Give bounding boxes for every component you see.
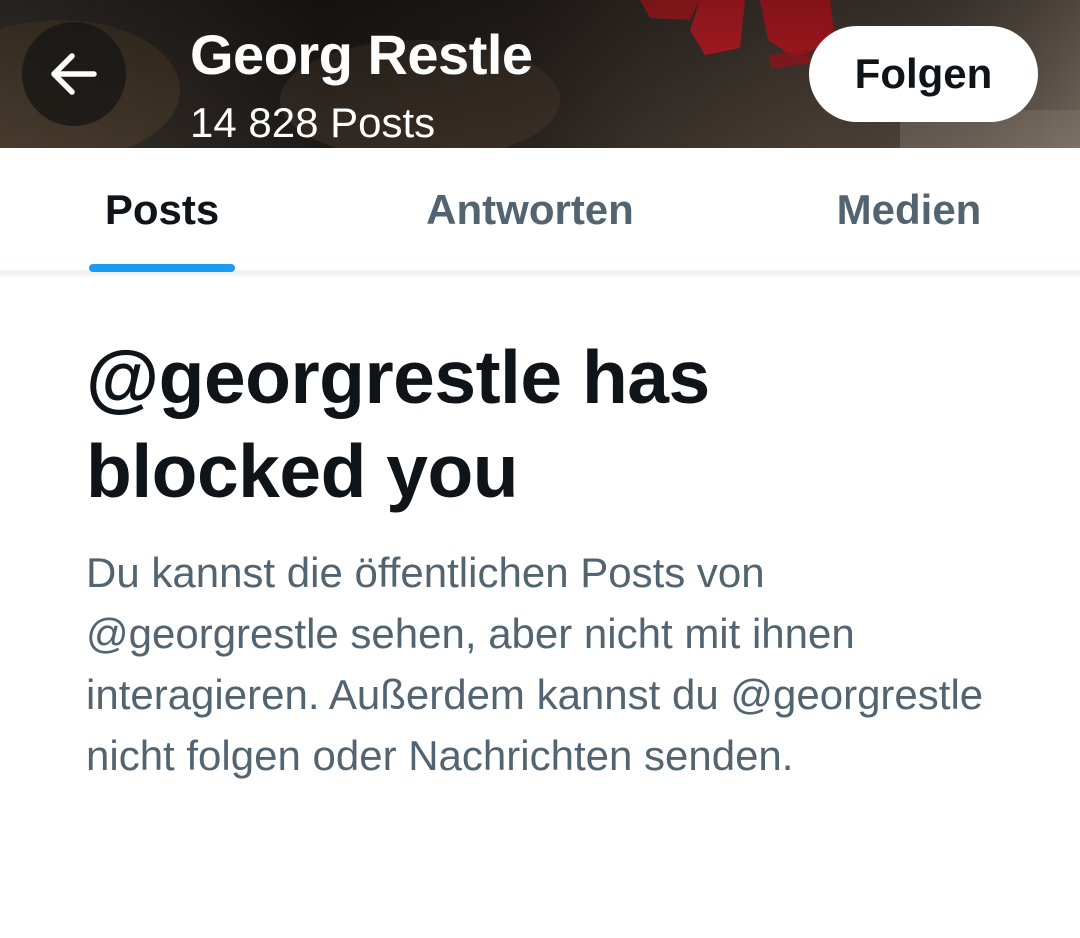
profile-name: Georg Restle [190,23,533,86]
blocked-description: Du kannst die öffentlichen Posts von @ge… [86,549,984,779]
tab-posts[interactable]: Posts [62,148,262,272]
active-tab-indicator [89,264,235,272]
follow-button[interactable]: Folgen [809,26,1038,122]
back-button[interactable] [22,22,126,126]
tab-medien[interactable]: Medien [800,148,1018,272]
blocked-title: @georgrestle has blocked you [86,335,710,513]
profile-tabs: Posts Antworten Medien [0,148,1080,272]
profile-header: Georg Restle 14 828 Posts Folgen [0,0,1080,148]
arrow-left-icon [51,53,97,95]
tabs-divider [0,272,1080,278]
profile-page: Georg Restle 14 828 Posts Folgen Posts A… [0,0,1080,938]
post-count: 14 828 Posts [190,99,436,146]
tab-antworten[interactable]: Antworten [380,148,680,272]
